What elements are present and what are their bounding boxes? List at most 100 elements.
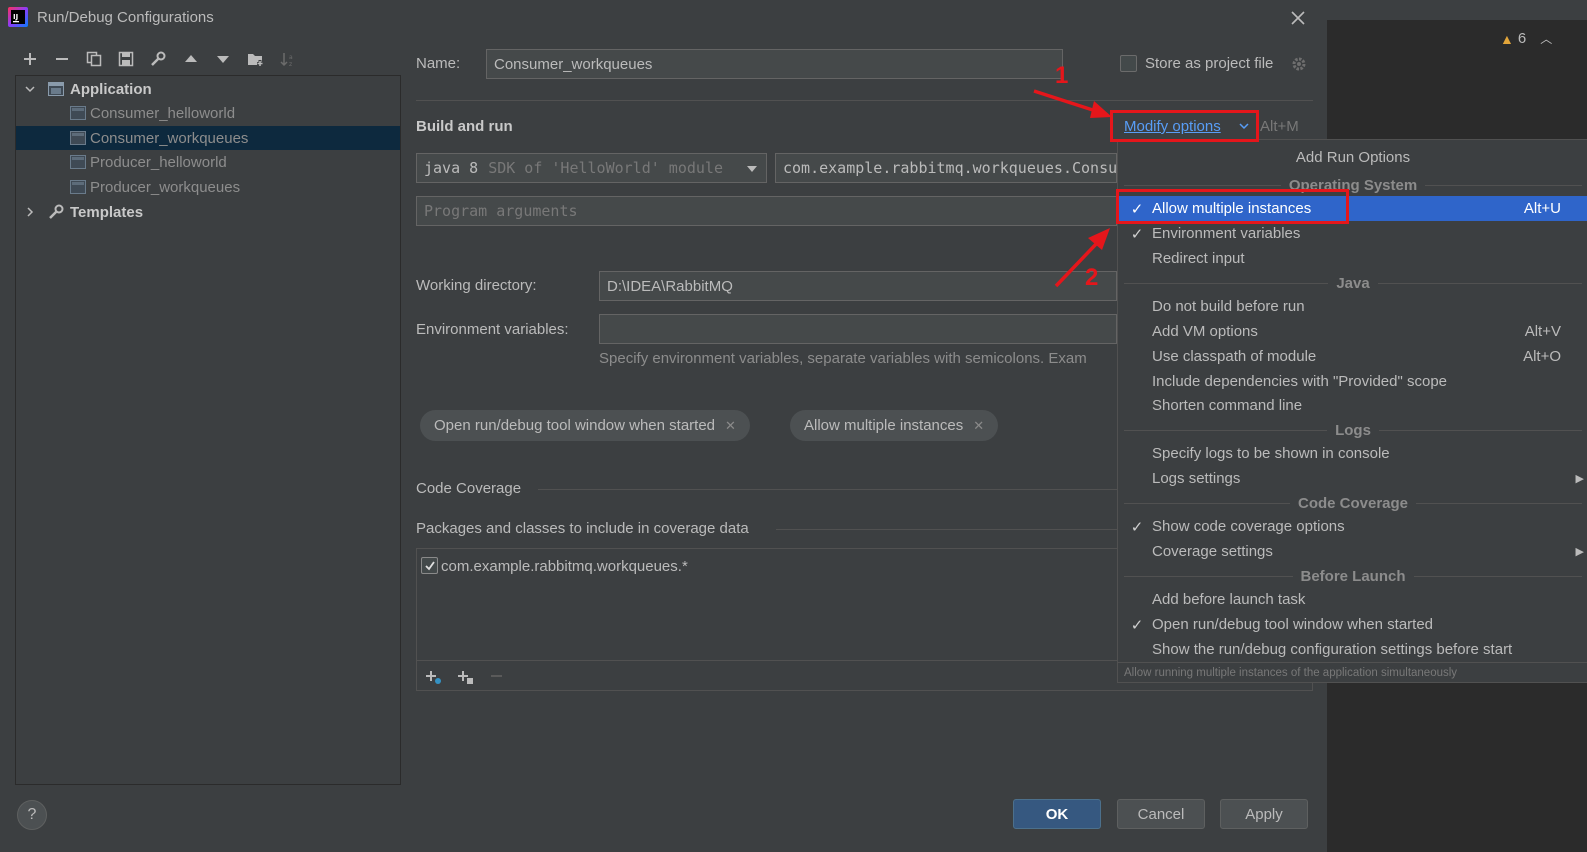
gear-icon[interactable] <box>1290 55 1308 73</box>
tree-item-selected[interactable]: Consumer_workqueues <box>16 126 400 150</box>
remove-chip-icon[interactable]: ✕ <box>725 418 736 434</box>
close-icon[interactable] <box>1287 7 1309 29</box>
remove-chip-icon[interactable]: ✕ <box>973 418 984 434</box>
group-header-before-launch: Before Launch <box>1118 565 1587 587</box>
menu-item-env-vars[interactable]: ✓ Environment variables <box>1118 221 1587 246</box>
menu-item-open-tool-window[interactable]: ✓ Open run/debug tool window when starte… <box>1118 612 1587 637</box>
group-label: Before Launch <box>1300 567 1406 585</box>
build-and-run-header: Build and run <box>416 118 513 135</box>
annotation-box-modify-options <box>1110 110 1259 142</box>
tree-item[interactable]: Producer_workqueues <box>16 175 400 199</box>
chevron-up-icon[interactable]: ︿ <box>1540 30 1552 47</box>
config-icon <box>70 131 86 145</box>
folder-add-icon[interactable] <box>245 48 267 70</box>
svg-text:IJ: IJ <box>13 13 18 21</box>
menu-item-label: Shorten command line <box>1152 397 1303 414</box>
env-vars-field[interactable] <box>599 314 1117 344</box>
sdk-value: java 8 <box>424 159 479 177</box>
menu-item-shortcut: Alt+U <box>1523 200 1561 217</box>
copy-icon[interactable] <box>83 48 105 70</box>
store-project-checkbox[interactable] <box>1120 55 1137 72</box>
group-label: Logs <box>1335 421 1371 439</box>
check-icon: ✓ <box>1130 225 1144 243</box>
menu-item-coverage-settings[interactable]: Coverage settings ▶ <box>1118 539 1587 564</box>
config-icon <box>70 155 86 169</box>
store-project-label: Store as project file <box>1145 55 1274 72</box>
wrench-icon <box>48 204 64 220</box>
svg-text:a: a <box>289 54 293 61</box>
packages-label: Packages and classes to include in cover… <box>416 520 749 537</box>
save-icon[interactable] <box>115 48 137 70</box>
menu-item-logs-console[interactable]: Specify logs to be shown in console <box>1118 441 1587 466</box>
application-icon <box>48 82 64 96</box>
menu-item-redirect-input[interactable]: Redirect input <box>1118 246 1587 271</box>
coverage-entry-label: com.example.rabbitmq.workqueues.* <box>441 558 688 575</box>
env-vars-hint: Specify environment variables, separate … <box>599 350 1087 367</box>
sdk-select[interactable]: java 8 SDK of 'HelloWorld' module <box>416 153 767 183</box>
tree-item[interactable]: Consumer_helloworld <box>16 101 400 125</box>
check-icon: ✓ <box>1130 616 1144 634</box>
chevron-right-icon[interactable] <box>24 206 38 218</box>
menu-item-classpath[interactable]: Use classpath of module Alt+O <box>1118 344 1587 369</box>
menu-item-shorten-cmd[interactable]: Shorten command line <box>1118 393 1587 418</box>
chevron-down-icon[interactable] <box>24 83 38 95</box>
name-field[interactable]: Consumer_workqueues <box>486 49 1063 79</box>
menu-item-label: Do not build before run <box>1152 298 1305 315</box>
menu-item-label: Show the run/debug configuration setting… <box>1152 641 1513 658</box>
tree-item[interactable]: Producer_helloworld <box>16 150 400 174</box>
menu-item-provided-scope[interactable]: Include dependencies with "Provided" sco… <box>1118 369 1587 394</box>
option-chip[interactable]: Open run/debug tool window when started … <box>420 410 750 441</box>
program-arguments-field[interactable]: Program arguments <box>416 196 1117 226</box>
code-coverage-header: Code Coverage <box>416 480 522 497</box>
popup-footer-hint: Allow running multiple instances of the … <box>1118 662 1587 683</box>
menu-item-label: Environment variables <box>1152 225 1301 242</box>
menu-item-show-settings[interactable]: Show the run/debug configuration setting… <box>1118 637 1587 662</box>
menu-item-label: Include dependencies with "Provided" sco… <box>1152 373 1448 390</box>
working-dir-field[interactable]: D:\IDEA\RabbitMQ <box>599 271 1117 301</box>
tree-node-templates[interactable]: Templates <box>16 200 400 224</box>
add-class-icon[interactable] <box>457 669 475 685</box>
apply-button[interactable]: Apply <box>1220 799 1308 829</box>
menu-item-label: Coverage settings <box>1152 543 1273 560</box>
group-header-java: Java <box>1118 272 1587 294</box>
sort-icon[interactable]: az <box>277 48 299 70</box>
intellij-logo-icon: IJ <box>8 7 28 27</box>
menu-item-vm-options[interactable]: Add VM options Alt+V <box>1118 319 1587 344</box>
minus-icon[interactable] <box>51 48 73 70</box>
config-icon <box>70 106 86 120</box>
warning-indicator[interactable]: ▲ 6 ︿ <box>1500 30 1552 47</box>
coverage-entry-checkbox[interactable] <box>421 557 438 574</box>
tree-item-label: Producer_workqueues <box>90 178 241 196</box>
menu-item-label: Open run/debug tool window when started <box>1152 616 1434 633</box>
menu-item-label: Logs settings <box>1152 470 1241 487</box>
menu-item-no-build[interactable]: Do not build before run <box>1118 294 1587 319</box>
ok-button[interactable]: OK <box>1013 799 1101 829</box>
menu-item-label: Use classpath of module <box>1152 348 1317 365</box>
plus-icon[interactable] <box>19 48 41 70</box>
arrow-up-icon[interactable] <box>180 48 202 70</box>
submenu-arrow-icon: ▶ <box>1575 473 1584 485</box>
dropdown-arrow-icon <box>746 164 758 174</box>
cancel-button[interactable]: Cancel <box>1117 799 1205 829</box>
warning-icon: ▲ <box>1500 30 1514 47</box>
option-chip[interactable]: Allow multiple instances ✕ <box>790 410 999 441</box>
popup-title: Add Run Options <box>1295 148 1411 166</box>
wrench-icon[interactable] <box>147 48 169 70</box>
group-label: Code Coverage <box>1297 494 1409 512</box>
menu-item-label: Specify logs to be shown in console <box>1152 445 1390 462</box>
tree-node-application[interactable]: Application <box>16 77 400 101</box>
menu-item-logs-settings[interactable]: Logs settings ▶ <box>1118 466 1587 491</box>
working-dir-label: Working directory: <box>416 277 537 294</box>
annotation-arrow-1 <box>1030 85 1120 125</box>
arrow-down-icon[interactable] <box>212 48 234 70</box>
separator <box>776 529 1117 530</box>
group-header-coverage: Code Coverage <box>1118 492 1587 514</box>
menu-item-show-coverage[interactable]: ✓ Show code coverage options <box>1118 514 1587 539</box>
main-class-field[interactable]: com.example.rabbitmq.workqueues.Consum <box>775 153 1117 183</box>
add-package-icon[interactable] <box>425 669 443 685</box>
svg-text:z: z <box>289 61 292 67</box>
menu-item-before-launch[interactable]: Add before launch task <box>1118 587 1587 612</box>
remove-entry-icon[interactable] <box>489 669 505 685</box>
chip-label: Allow multiple instances <box>804 417 964 434</box>
help-button[interactable]: ? <box>17 800 47 830</box>
